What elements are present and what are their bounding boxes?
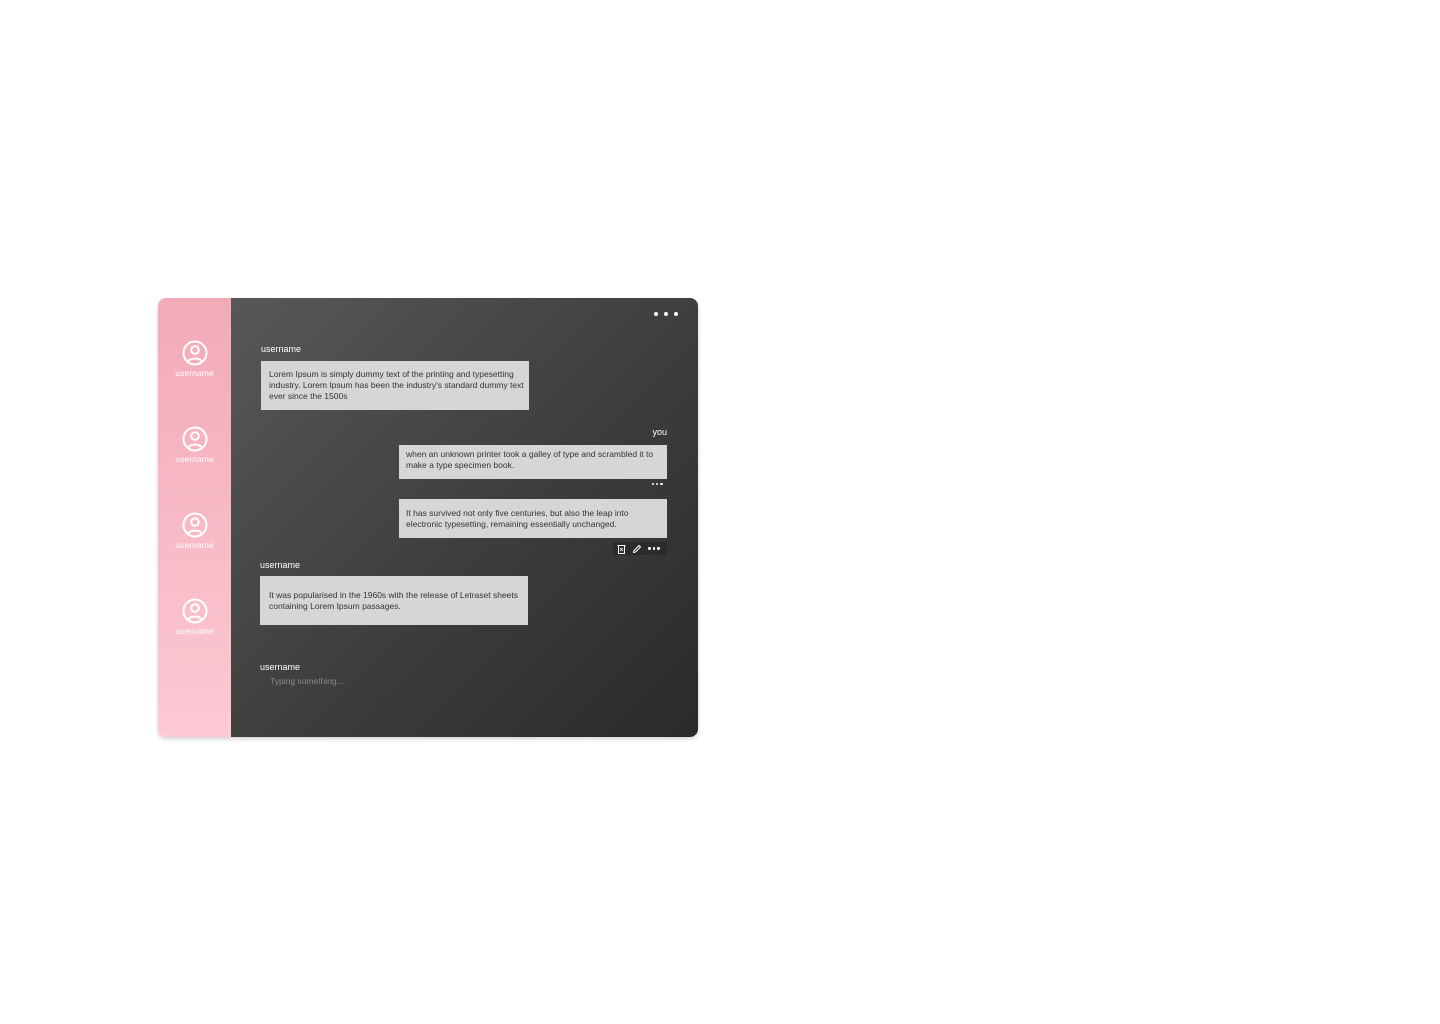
- trash-icon[interactable]: [613, 544, 629, 554]
- message-actions: [613, 542, 667, 555]
- user-circle-icon: [182, 598, 207, 624]
- sidebar-user-name: username: [175, 626, 214, 636]
- message-text: It was popularised in the 1960s with the…: [269, 590, 519, 611]
- message-sender: username: [260, 560, 301, 570]
- message-sender: username: [261, 344, 302, 354]
- message-text: Lorem Ipsum is simply dummy text of the …: [269, 369, 524, 401]
- message-bubble: Lorem Ipsum is simply dummy text of the …: [261, 361, 529, 410]
- message-sender: you: [652, 427, 667, 437]
- sidebar-user-name: username: [175, 454, 214, 464]
- user-circle-icon: [182, 512, 207, 538]
- chat-panel: username Lorem Ipsum is simply dummy tex…: [231, 298, 698, 737]
- message-input[interactable]: [270, 675, 470, 687]
- sidebar-user[interactable]: username: [158, 597, 231, 636]
- sidebar-user[interactable]: username: [158, 511, 231, 550]
- sidebar-user-name: username: [175, 540, 214, 550]
- message-text: It has survived not only five centuries,…: [406, 508, 629, 529]
- user-circle-icon: [182, 426, 207, 452]
- chat-window: username username username username user…: [158, 298, 698, 737]
- sidebar-user-name: username: [175, 368, 214, 378]
- message-bubble: It has survived not only five centuries,…: [399, 499, 667, 538]
- sidebar-user[interactable]: username: [158, 425, 231, 464]
- user-circle-icon: [182, 340, 207, 366]
- message-more-icon[interactable]: [652, 483, 663, 486]
- pencil-icon[interactable]: [629, 544, 645, 554]
- message-bubble: It was popularised in the 1960s with the…: [260, 576, 528, 625]
- typing-sender: username: [260, 662, 301, 672]
- sidebar: username username username username: [158, 298, 231, 737]
- sidebar-user[interactable]: username: [158, 339, 231, 378]
- more-horizontal-icon[interactable]: [654, 308, 678, 320]
- message-text: when an unknown printer took a galley of…: [406, 449, 654, 470]
- message-bubble: when an unknown printer took a galley of…: [399, 445, 667, 479]
- more-horizontal-icon[interactable]: [645, 547, 663, 550]
